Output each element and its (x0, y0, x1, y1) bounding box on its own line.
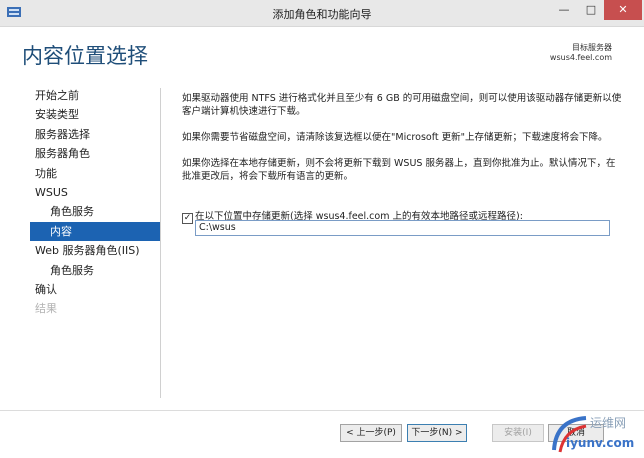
nav-item-web-server-role[interactable]: Web 服务器角色(IIS) (30, 241, 160, 260)
content-pane: 如果驱动器使用 NTFS 进行格式化并且至少有 6 GB 的可用磁盘空间，则可以… (182, 92, 622, 196)
watermark-text: 运维网 (590, 416, 627, 430)
watermark-url: iyunv.com (566, 436, 635, 450)
store-updates-checkbox[interactable]: ✓ (182, 213, 193, 224)
nav-item-confirmation[interactable]: 确认 (30, 280, 160, 299)
nav-item-before-you-begin[interactable]: 开始之前 (30, 86, 160, 105)
description-paragraph-3: 如果你选择在本地存储更新，则不会将更新下载到 WSUS 服务器上，直到你批准为止… (182, 158, 616, 182)
nav-item-results: 结果 (35, 302, 57, 316)
nav-item-content[interactable]: 内容 (30, 221, 160, 242)
minimize-button[interactable]: — (550, 0, 578, 20)
nav-item-server-selection[interactable]: 服务器选择 (30, 125, 160, 144)
nav-item-iis-role-services[interactable]: 角色服务 (30, 261, 160, 280)
destination-server-name: wsus4.feel.com (549, 53, 612, 62)
previous-button[interactable]: < 上一步(P) (340, 424, 402, 442)
description-paragraph-2: 如果你需要节省磁盘空间，请清除该复选框以便在"Microsoft 更新"上存储更… (182, 132, 608, 143)
nav-item-server-roles[interactable]: 服务器角色 (30, 144, 160, 163)
content-path-input[interactable]: C:\wsus (195, 220, 610, 236)
nav-item-features[interactable]: 功能 (30, 164, 160, 183)
nav-divider (160, 88, 161, 398)
wizard-window: 添加角色和功能向导 — □ ✕ 内容位置选择 目标服务器 wsus4.feel.… (0, 0, 644, 458)
maximize-button[interactable]: □ (578, 0, 604, 20)
nav-item-wsus-role-services[interactable]: 角色服务 (30, 202, 160, 221)
wizard-nav: 开始之前 安装类型 服务器选择 服务器角色 功能 WSUS 角色服务 内容 We… (30, 86, 160, 319)
title-bar: 添加角色和功能向导 — □ ✕ (0, 0, 644, 27)
nav-item-installation-type[interactable]: 安装类型 (30, 105, 160, 124)
description-paragraph-1: 如果驱动器使用 NTFS 进行格式化并且至少有 6 GB 的可用磁盘空间，则可以… (182, 93, 622, 117)
nav-item-wsus[interactable]: WSUS (30, 183, 160, 202)
window-title: 添加角色和功能向导 (272, 8, 372, 21)
install-button: 安装(I) (492, 424, 544, 442)
destination-server-label: 目标服务器 (572, 43, 612, 52)
close-button[interactable]: ✕ (604, 0, 642, 20)
page-title: 内容位置选择 (22, 44, 148, 68)
next-button[interactable]: 下一步(N) > (407, 424, 467, 442)
